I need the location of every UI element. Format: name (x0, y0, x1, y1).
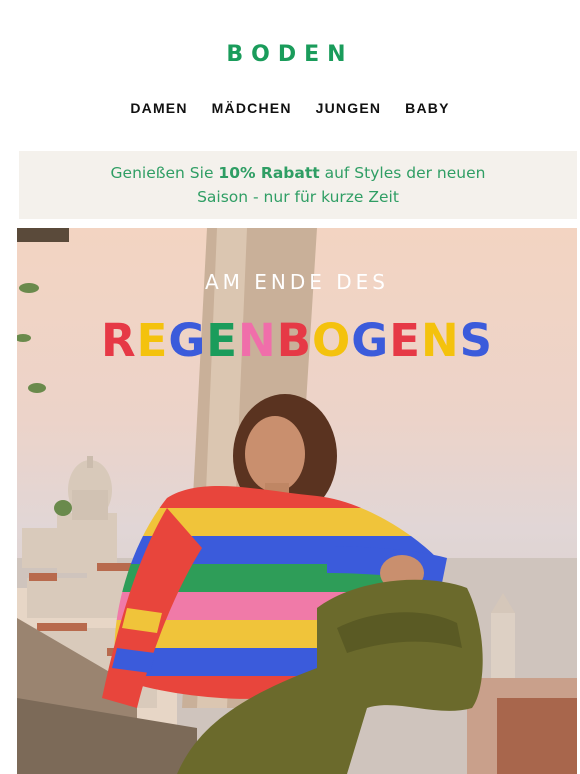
headline-letter: N (420, 314, 460, 367)
nav-item-jungen[interactable]: JUNGEN (316, 100, 382, 116)
nav-item-maedchen[interactable]: MÄDCHEN (212, 100, 292, 116)
promo-banner[interactable]: Genießen Sie 10% Rabatt auf Styles der n… (19, 151, 577, 219)
headline-letter: N (238, 314, 277, 367)
main-nav: DAMEN MÄDCHEN JUNGEN BABY (0, 100, 580, 116)
hero-photo (17, 228, 577, 774)
headline-letter: G (168, 314, 207, 367)
hero-banner[interactable]: AM ENDE DES REGENBOGENS (17, 228, 577, 774)
promo-prefix: Genießen Sie (110, 164, 219, 182)
headline-letter: E (206, 314, 239, 367)
promo-line-1: Genießen Sie 10% Rabatt auf Styles der n… (19, 161, 577, 185)
headline-letter: O (312, 314, 352, 367)
headline-letter: E (136, 314, 169, 367)
promo-line-2: Saison - nur für kurze Zeit (197, 188, 399, 206)
nav-item-baby[interactable]: BABY (405, 100, 449, 116)
headline-letter: B (276, 314, 313, 367)
nav-item-damen[interactable]: DAMEN (130, 100, 187, 116)
headline-letter: S (459, 314, 494, 367)
headline-letter: R (100, 314, 137, 367)
hero-headline: REGENBOGENS (17, 312, 577, 370)
boden-logo[interactable]: BODEN (0, 42, 580, 67)
promo-suffix: auf Styles der neuen (319, 164, 486, 182)
headline-letter: E (389, 314, 421, 367)
promo-highlight: 10% Rabatt (218, 164, 320, 182)
headline-letter: G (351, 314, 390, 367)
hero-kicker: AM ENDE DES (204, 270, 390, 294)
